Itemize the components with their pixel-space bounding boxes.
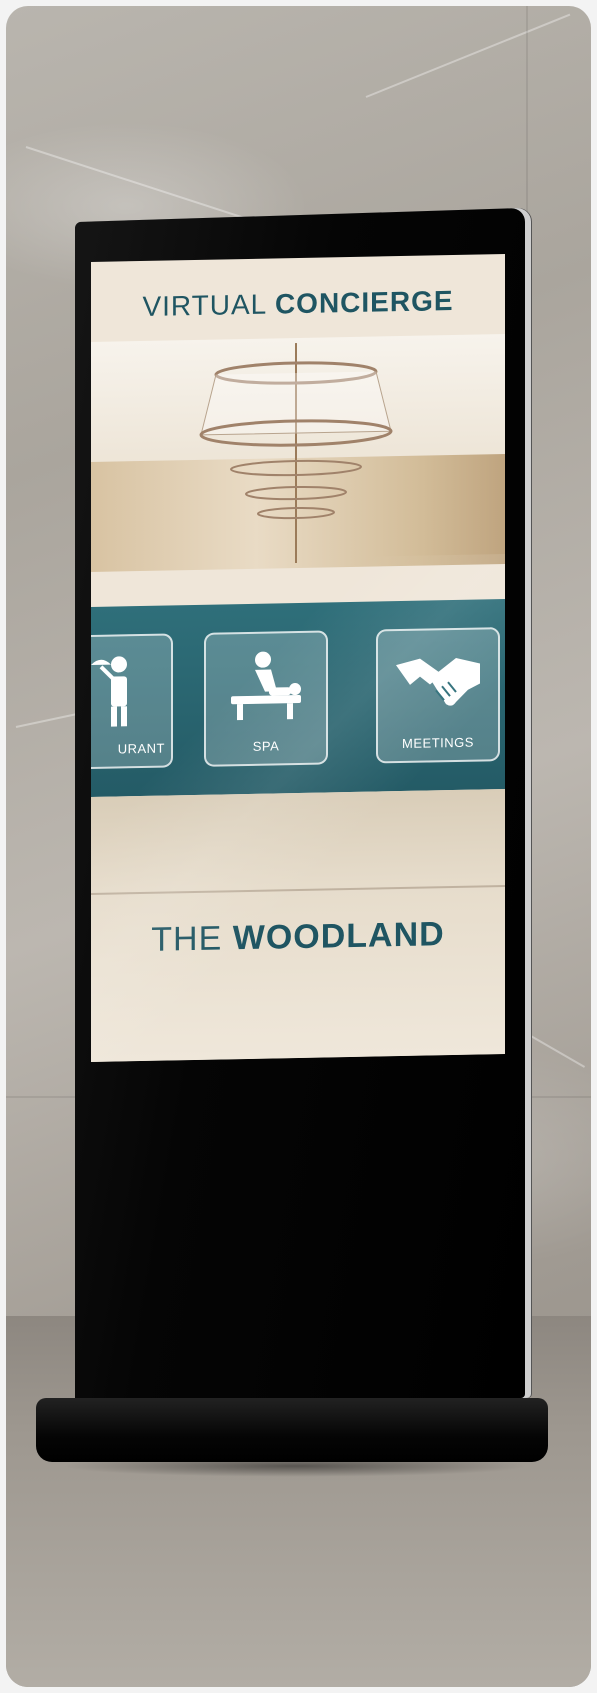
meetings-tile[interactable]: MEETINGS: [376, 627, 500, 764]
chandelier-icon: [199, 343, 393, 564]
meetings-label: MEETINGS: [402, 734, 474, 752]
restaurant-tile[interactable]: URANT: [91, 633, 173, 770]
kiosk-screen[interactable]: VIRTUAL CONCIERGE URANT SPA MEETINGS THE…: [91, 254, 505, 1062]
service-icon-band: URANT SPA MEETINGS: [91, 599, 505, 797]
spa-tile[interactable]: SPA: [204, 630, 328, 767]
handshake-icon: [396, 657, 480, 706]
screen-title: VIRTUAL CONCIERGE: [142, 285, 454, 322]
spa-label: SPA: [252, 738, 280, 754]
waiter-icon: [91, 656, 127, 727]
restaurant-label: URANT: [117, 740, 165, 757]
kiosk-base: [36, 1398, 548, 1462]
hotel-name: THE WOODLAND: [151, 915, 445, 959]
massage-icon: [231, 651, 301, 721]
